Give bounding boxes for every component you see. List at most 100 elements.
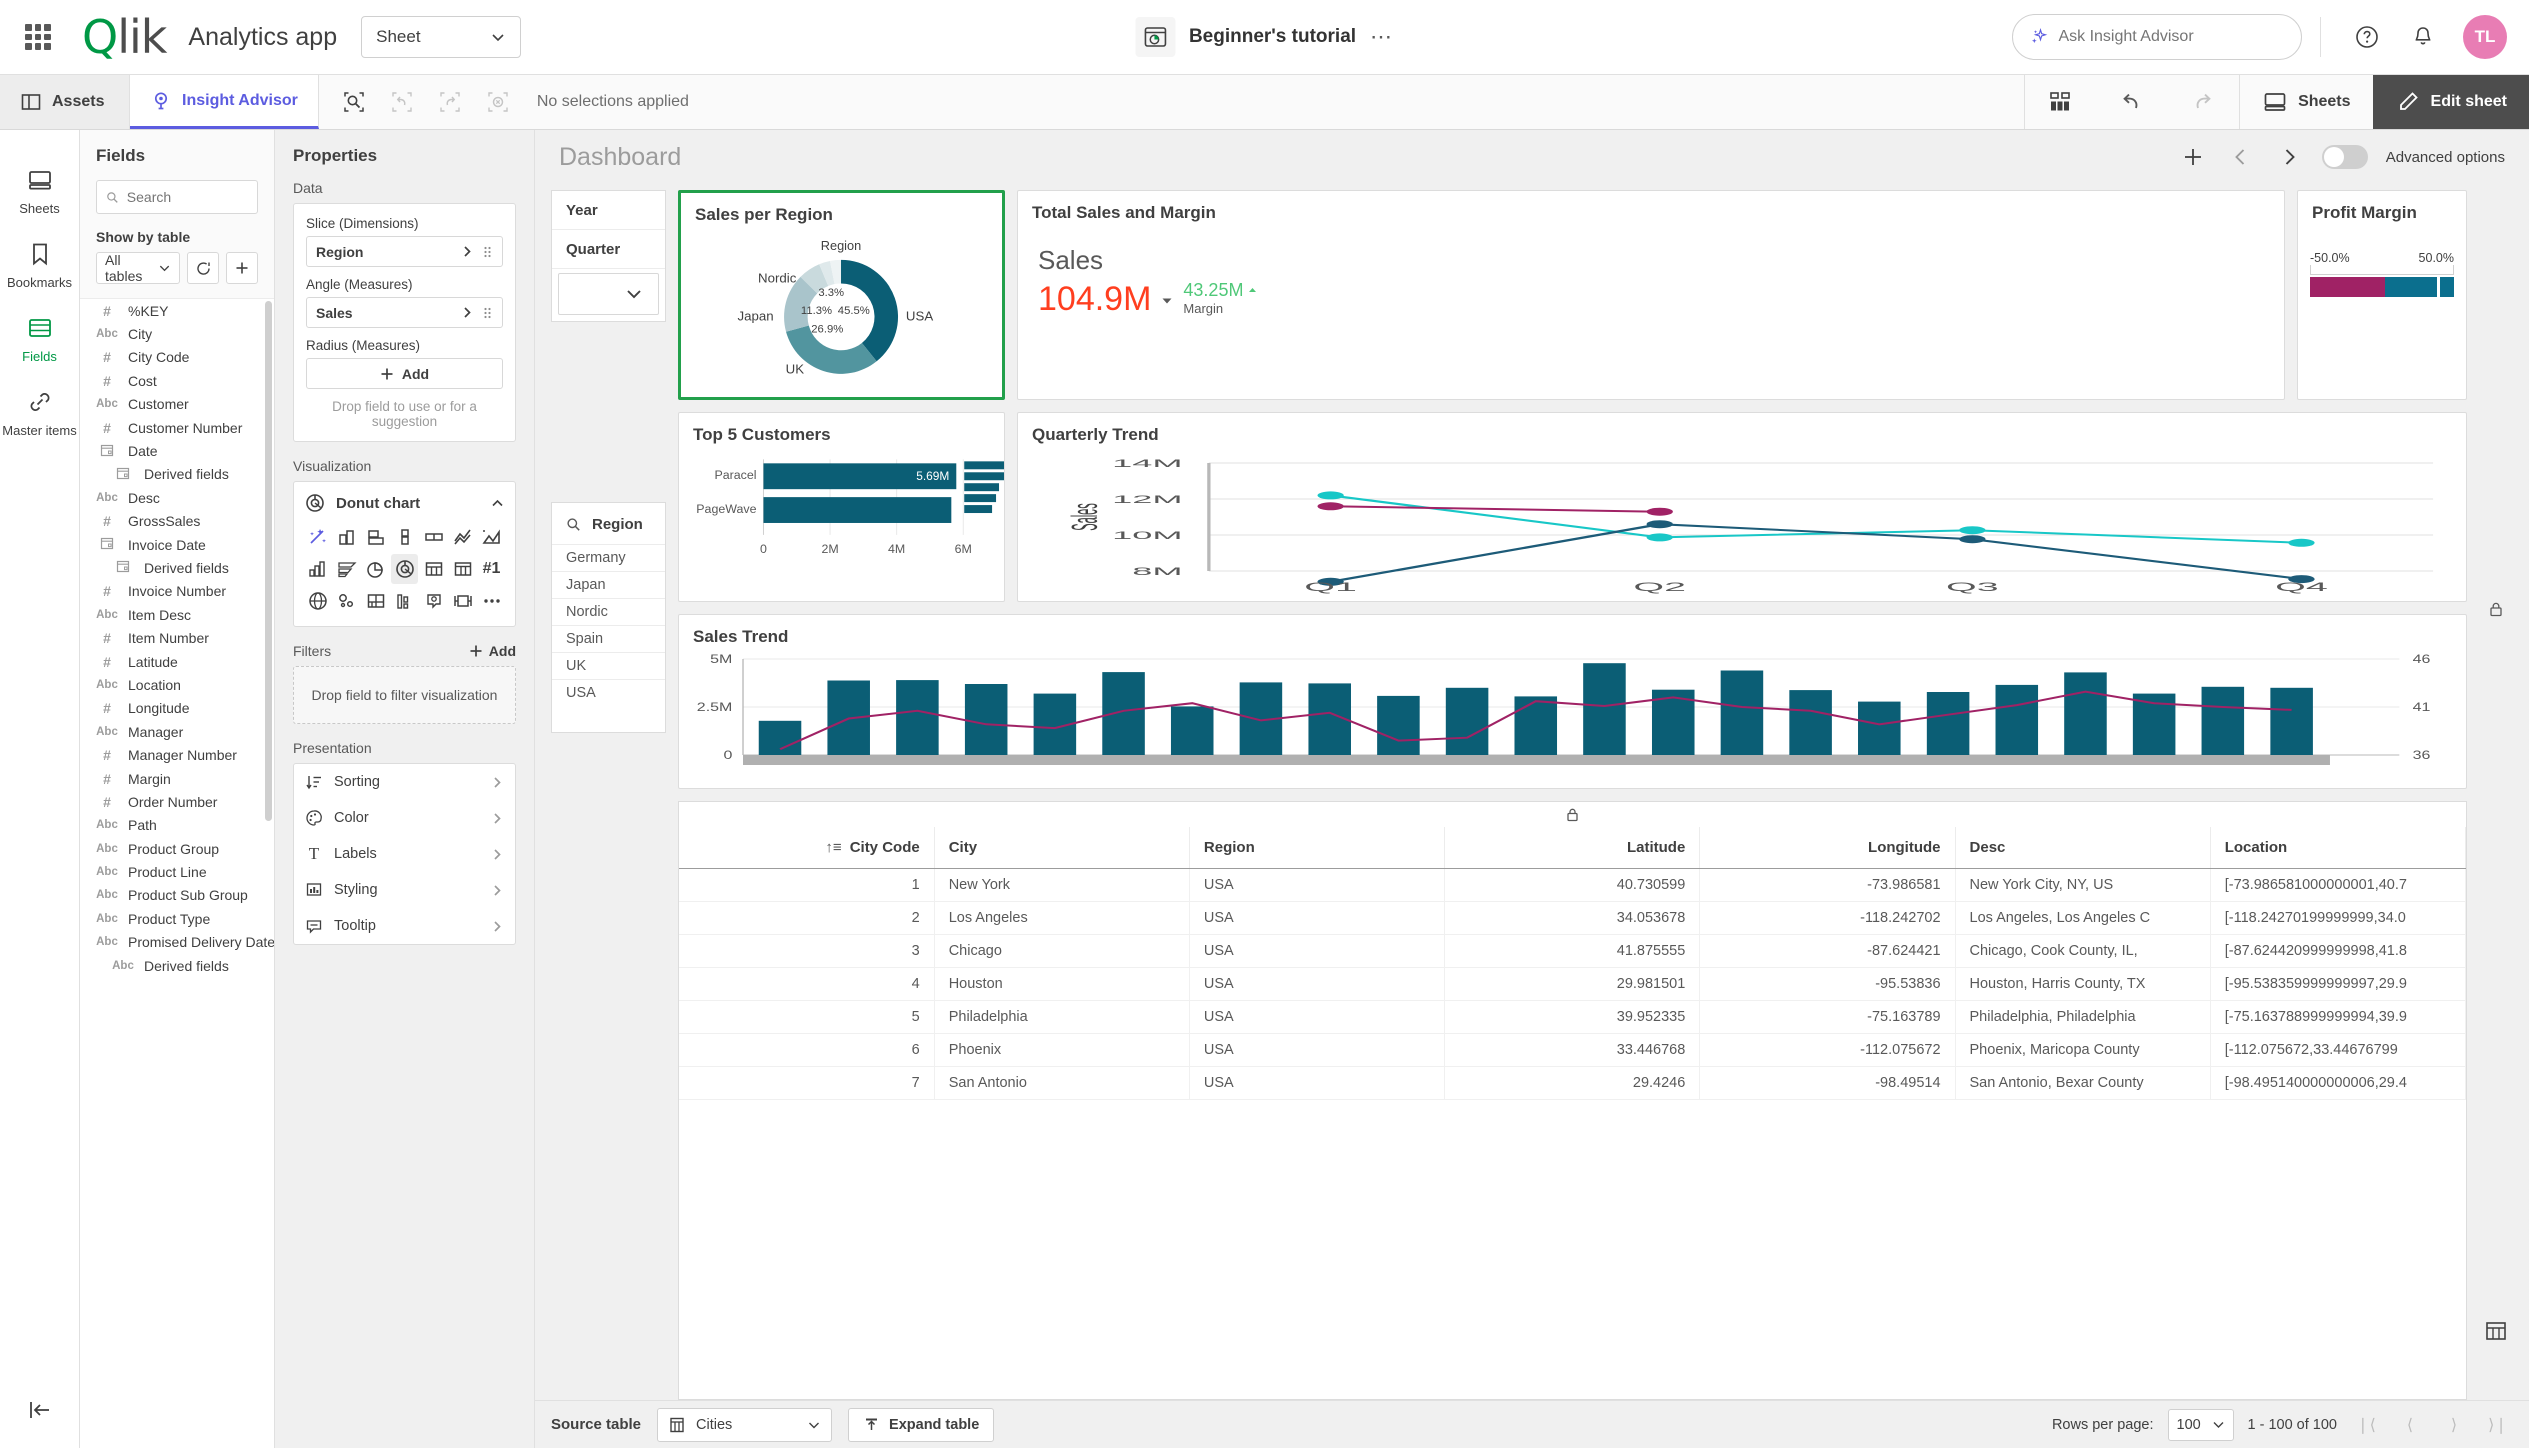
add-radius-measure-button[interactable]: Add xyxy=(306,358,503,389)
distribution-icon[interactable] xyxy=(420,522,447,552)
next-page-button[interactable]: ⟩ xyxy=(2439,1410,2469,1440)
fields-search-box[interactable] xyxy=(96,180,258,214)
table-row[interactable]: 5 Philadelphia USA 39.952335 -75.163789 Phila… xyxy=(679,1000,2467,1034)
table-cell[interactable]: 29.4246 xyxy=(1444,1066,1701,1100)
sales-trend-bar[interactable] xyxy=(1926,692,1970,755)
chevron-up-icon[interactable] xyxy=(490,496,505,511)
drag-handle-icon[interactable] xyxy=(482,306,493,320)
table-cell[interactable]: [-75.163788999999994,39.9 xyxy=(2210,1000,2467,1034)
table-cell[interactable]: USA xyxy=(1189,901,1446,935)
table-cell[interactable]: -87.624421 xyxy=(1699,934,1956,968)
table-cell[interactable]: -95.53836 xyxy=(1699,967,1956,1001)
source-table-select[interactable]: Cities xyxy=(657,1407,833,1442)
filter-dropzone[interactable]: Drop field to filter visualization xyxy=(293,666,516,724)
selection-undo-icon[interactable] xyxy=(381,81,423,123)
field-item[interactable]: Abc City xyxy=(80,322,274,345)
field-item[interactable]: Abc Product Line xyxy=(80,860,274,883)
sales-trend-bar[interactable] xyxy=(1170,706,1214,755)
pivot-table-icon[interactable] xyxy=(449,554,476,584)
field-item[interactable]: Abc Customer xyxy=(80,393,274,416)
field-item[interactable]: # Invoice Number xyxy=(80,580,274,603)
document-more-icon[interactable]: ⋯ xyxy=(1370,24,1394,50)
app-launcher-icon[interactable] xyxy=(22,21,54,53)
region-value-list[interactable]: Germany Japan Nordic Spain UK USA xyxy=(552,544,665,706)
last-page-button[interactable]: ⟩❘ xyxy=(2483,1410,2513,1440)
sales-trend-bar[interactable] xyxy=(1377,695,1420,755)
table-cell[interactable]: 29.981501 xyxy=(1444,967,1701,1001)
table-cell[interactable]: [-95.538359999999997,29.9 xyxy=(2210,967,2467,1001)
field-item[interactable]: # City Code xyxy=(80,346,274,369)
table-row[interactable]: 3 Chicago USA 41.875555 -87.624421 Chicago, C… xyxy=(679,934,2467,968)
field-item[interactable]: Abc Desc xyxy=(80,486,274,509)
field-item[interactable]: Derived fields xyxy=(80,463,274,486)
sales-trend-bars[interactable] xyxy=(758,663,2313,755)
field-item[interactable]: Abc Product Group xyxy=(80,837,274,860)
table-column-header[interactable]: City xyxy=(934,827,1190,869)
table-cell[interactable]: Houston xyxy=(934,967,1190,1001)
more-charts-icon[interactable] xyxy=(478,586,505,616)
selection-redo-icon[interactable] xyxy=(429,81,471,123)
field-item[interactable]: Abc Manager xyxy=(80,720,274,743)
box-plot-icon[interactable] xyxy=(391,522,418,552)
map-icon[interactable] xyxy=(304,586,331,616)
table-cell[interactable]: [-118.24270199999999,34.0 xyxy=(2210,901,2467,935)
presentation-row-tooltip[interactable]: Tooltip xyxy=(294,908,515,944)
region-value-item[interactable]: Spain xyxy=(552,625,665,652)
waterfall-icon[interactable] xyxy=(391,586,418,616)
rail-item-master-items[interactable]: Master items xyxy=(0,374,80,448)
sales-trend-bar[interactable] xyxy=(2064,672,2107,755)
table-column-header[interactable]: Desc xyxy=(1955,827,2211,869)
angle-measure-field[interactable]: Sales xyxy=(306,297,503,328)
field-item[interactable]: # Item Number xyxy=(80,626,274,649)
bar-chart-icon[interactable] xyxy=(333,522,360,552)
previous-sheet-icon[interactable] xyxy=(2226,142,2256,172)
table-cell[interactable]: Phoenix, Maricopa County xyxy=(1955,1033,2211,1067)
table-cell[interactable]: -75.163789 xyxy=(1699,1000,1956,1034)
sales-trend-bar[interactable] xyxy=(2270,687,2313,755)
histogram-icon[interactable] xyxy=(304,554,331,584)
table-cell[interactable]: USA xyxy=(1189,934,1446,968)
presentation-row-color[interactable]: Color xyxy=(294,800,515,836)
field-item[interactable]: # Customer Number xyxy=(80,416,274,439)
field-item[interactable]: # Cost xyxy=(80,369,274,392)
visualization-current[interactable]: Donut chart xyxy=(304,492,505,522)
table-cell[interactable]: [-87.624420999999998,41.8 xyxy=(2210,934,2467,968)
donut-chart-icon[interactable] xyxy=(391,554,418,584)
drag-handle-icon[interactable] xyxy=(482,245,493,259)
table-cell[interactable]: 6 xyxy=(679,1033,935,1067)
region-filter-header[interactable]: Region xyxy=(552,503,665,544)
region-value-item[interactable]: UK xyxy=(552,652,665,679)
table-cell[interactable]: [-73.986581000000001,40.7 xyxy=(2210,868,2467,902)
gauge-icon[interactable] xyxy=(449,586,476,616)
quarterly-trend-card[interactable]: Quarterly Trend 14M 12M 10M 8M Sales Q1 … xyxy=(1017,412,2467,602)
region-value-item[interactable]: USA xyxy=(552,679,665,706)
profit-margin-card[interactable]: Profit Margin -50.0% 50.0% xyxy=(2297,190,2467,400)
total-sales-margin-card[interactable]: Total Sales and Margin Sales 104.9M 43.2… xyxy=(1017,190,2285,400)
table-cell[interactable]: San Antonio, Bexar County xyxy=(1955,1066,2211,1100)
line-chart-icon[interactable] xyxy=(449,522,476,552)
table-view-icon[interactable] xyxy=(2479,1314,2513,1348)
table-cell[interactable]: 1 xyxy=(679,868,935,902)
funnel-icon[interactable] xyxy=(333,554,360,584)
rail-collapse-button[interactable] xyxy=(27,1397,53,1448)
table-cell[interactable]: Los Angeles xyxy=(934,901,1190,935)
table-cell[interactable]: New York xyxy=(934,868,1190,902)
table-cell[interactable]: 34.053678 xyxy=(1444,901,1701,935)
table-cell[interactable]: USA xyxy=(1189,1000,1446,1034)
field-item[interactable]: # Latitude xyxy=(80,650,274,673)
quarterly-trend-chart[interactable]: 14M 12M 10M 8M Sales Q1 Q2 Q3 Q4 xyxy=(1018,445,2466,595)
table-row[interactable]: 7 San Antonio USA 29.4246 -98.49514 San Anton… xyxy=(679,1066,2467,1100)
table-cell[interactable]: USA xyxy=(1189,868,1446,902)
scatter-plot-icon[interactable] xyxy=(333,586,360,616)
rail-item-sheets[interactable]: Sheets xyxy=(0,152,80,226)
sales-trend-bar[interactable] xyxy=(1514,696,1558,755)
table-row[interactable]: 4 Houston USA 29.981501 -95.53836 Houston, Ha… xyxy=(679,967,2467,1001)
table-cell[interactable]: Philadelphia xyxy=(934,1000,1190,1034)
table-cell[interactable]: 39.952335 xyxy=(1444,1000,1701,1034)
field-item[interactable]: Abc Location xyxy=(80,673,274,696)
sales-trend-card[interactable]: Sales Trend 5M 2.5M 0 46 41 36 xyxy=(678,614,2467,789)
table-cell[interactable]: USA xyxy=(1189,1066,1446,1100)
kpi-icon[interactable]: #1 xyxy=(478,554,505,584)
table-cell[interactable]: [-98.495140000000006,29.4 xyxy=(2210,1066,2467,1100)
area-chart-icon[interactable] xyxy=(478,522,505,552)
